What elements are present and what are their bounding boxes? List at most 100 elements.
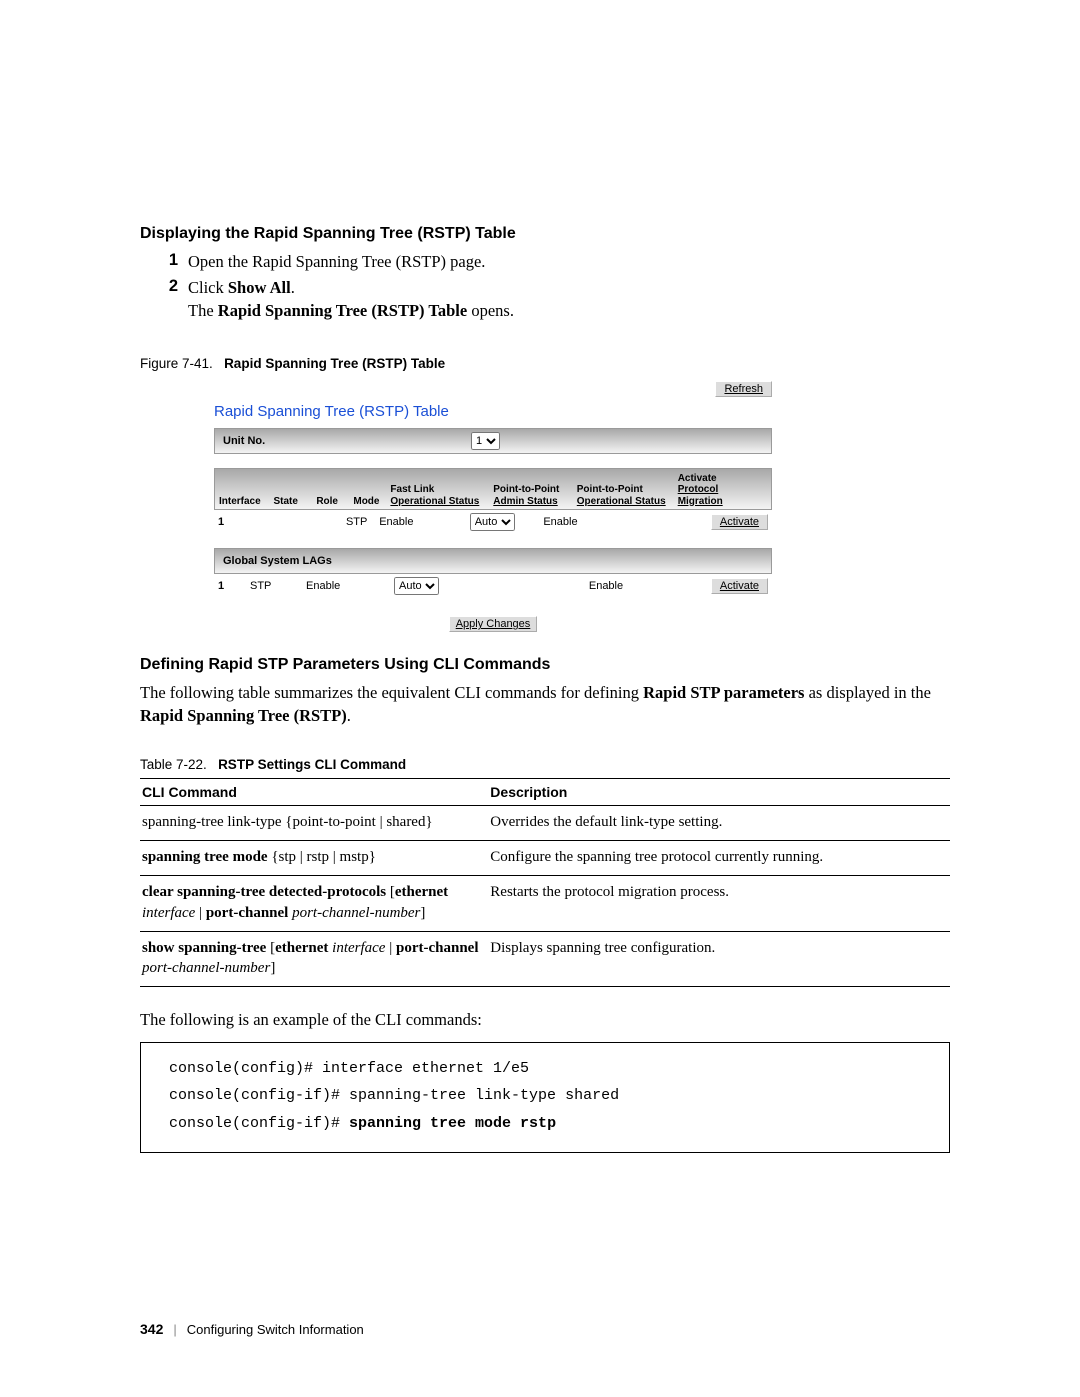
- heading-defining: Defining Rapid STP Parameters Using CLI …: [140, 656, 950, 674]
- lag-p2padmin-select[interactable]: Auto: [394, 577, 439, 595]
- console-line: console(config-if)# spanning tree mode r…: [169, 1110, 935, 1138]
- t: ]: [420, 905, 425, 921]
- columns-bar: Interface State Role Mode Fast Link Oper…: [214, 468, 772, 511]
- cmd: spanning tree mode {stp | rstp | mstp}: [140, 841, 488, 876]
- t: ethernet: [275, 940, 328, 956]
- t: Fast Link: [390, 484, 434, 495]
- lag-mode: STP: [246, 580, 302, 592]
- t: ]: [270, 960, 275, 976]
- table-label: Table 7-22.: [140, 757, 207, 772]
- t: [: [266, 940, 275, 956]
- step-2: 2 Click Show All. The Rapid Spanning Tre…: [156, 277, 950, 322]
- lag-row: 1 STP Enable Auto Enable Activate: [214, 574, 772, 598]
- apply-changes-button[interactable]: Apply Changes: [449, 616, 538, 632]
- t: port-channel: [206, 905, 289, 921]
- t: opens.: [467, 301, 514, 320]
- t: |: [385, 940, 396, 956]
- lag-header: Global System LAGs: [223, 555, 332, 567]
- step-text: Click Show All. The Rapid Spanning Tree …: [188, 277, 514, 322]
- row-activate-button[interactable]: Activate: [711, 514, 768, 530]
- cmd: show spanning-tree [ethernet interface |…: [140, 931, 488, 987]
- t: clear spanning-tree detected-protocols: [142, 884, 386, 900]
- t: The following table summarizes the equiv…: [140, 683, 643, 702]
- t: port-channel-number: [142, 960, 270, 976]
- t: Rapid STP parameters: [643, 683, 804, 702]
- console-block: console(config)# interface ethernet 1/e5…: [140, 1042, 950, 1153]
- col-interface: Interface: [215, 496, 269, 508]
- step-number: 1: [156, 251, 178, 270]
- row-fastlink: Enable: [375, 516, 465, 528]
- table-row: clear spanning-tree detected-protocols […: [140, 876, 950, 932]
- table-row: spanning tree mode {stp | rstp | mstp} C…: [140, 841, 950, 876]
- t: Admin Status: [493, 496, 557, 507]
- cmd: spanning-tree link-type {point-to-point …: [140, 805, 488, 840]
- t: port-channel: [396, 940, 479, 956]
- console-line: console(config-if)# spanning-tree link-t…: [169, 1082, 935, 1110]
- divider: |: [173, 1322, 176, 1337]
- step-number: 2: [156, 277, 178, 296]
- t: Rapid Spanning Tree (RSTP): [140, 706, 347, 725]
- col-fastlink: Fast Link Operational Status: [386, 484, 489, 507]
- lag-p2poper: Enable: [518, 580, 694, 592]
- t: ethernet: [395, 884, 448, 900]
- t: Point-to-Point: [493, 484, 559, 495]
- table-row: spanning-tree link-type {point-to-point …: [140, 805, 950, 840]
- figure-caption: Figure 7-41. Rapid Spanning Tree (RSTP) …: [140, 356, 950, 371]
- unitno-label: Unit No.: [223, 435, 265, 447]
- table-caption: Table 7-22. RSTP Settings CLI Command: [140, 757, 950, 772]
- t: interface: [142, 905, 195, 921]
- desc: Displays spanning tree configuration.: [488, 931, 950, 987]
- desc: Configure the spanning tree protocol cur…: [488, 841, 950, 876]
- desc: Restarts the protocol migration process.: [488, 876, 950, 932]
- t: Activate: [678, 473, 717, 484]
- cmd: clear spanning-tree detected-protocols […: [140, 876, 488, 932]
- lag-index: 1: [214, 580, 246, 592]
- t: Show All: [228, 278, 291, 297]
- unitno-select[interactable]: 1: [471, 432, 500, 450]
- below-table-text: The following is an example of the CLI c…: [140, 1009, 950, 1031]
- desc: Overrides the default link-type setting.: [488, 805, 950, 840]
- t: .: [347, 706, 351, 725]
- t: interface: [332, 940, 385, 956]
- ui-figure: Refresh Rapid Spanning Tree (RSTP) Table…: [214, 381, 772, 633]
- t: spanning tree mode rstp: [349, 1115, 556, 1132]
- t: console(config-if)#: [169, 1115, 349, 1132]
- page-number: 342: [140, 1321, 163, 1337]
- step-1: 1 Open the Rapid Spanning Tree (RSTP) pa…: [156, 251, 950, 273]
- t: [: [386, 884, 395, 900]
- refresh-button[interactable]: Refresh: [715, 381, 772, 397]
- t: port-channel-number: [292, 905, 420, 921]
- t: as displayed in the: [804, 683, 930, 702]
- col-mode: Mode: [349, 496, 386, 508]
- lag-activate-button[interactable]: Activate: [711, 578, 768, 594]
- page-footer: 342 | Configuring Switch Information: [140, 1321, 364, 1337]
- step-text: Open the Rapid Spanning Tree (RSTP) page…: [188, 251, 485, 273]
- col-role: Role: [312, 496, 349, 508]
- t: .: [291, 278, 295, 297]
- col-state: State: [269, 496, 312, 508]
- lag-fastlink: Enable: [302, 580, 390, 592]
- figure-label: Figure 7-41.: [140, 356, 213, 371]
- t: Rapid Spanning Tree (RSTP) Table: [218, 301, 467, 320]
- ui-title: Rapid Spanning Tree (RSTP) Table: [214, 399, 772, 428]
- figure-title: Rapid Spanning Tree (RSTP) Table: [224, 356, 445, 371]
- col-activate: Activate Protocol Migration: [674, 473, 763, 508]
- table-title: RSTP Settings CLI Command: [218, 757, 406, 772]
- t: Operational Status: [390, 496, 479, 507]
- table-row: 1 STP Enable Auto Enable Activate: [214, 510, 772, 534]
- row-p2padmin-select[interactable]: Auto: [470, 513, 515, 531]
- row-mode: STP: [342, 516, 375, 528]
- t: Operational Status: [577, 496, 666, 507]
- heading-displaying: Displaying the Rapid Spanning Tree (RSTP…: [140, 225, 950, 243]
- chapter-name: Configuring Switch Information: [187, 1322, 364, 1337]
- col-p2padmin: Point-to-Point Admin Status: [489, 484, 573, 507]
- table-row: show spanning-tree [ethernet interface |…: [140, 931, 950, 987]
- th-command: CLI Command: [140, 778, 488, 805]
- unitno-bar: Unit No. 1: [214, 428, 772, 454]
- t: show spanning-tree: [142, 940, 266, 956]
- t: spanning tree mode: [142, 849, 268, 865]
- t: Point-to-Point: [577, 484, 643, 495]
- t: {stp | rstp | mstp}: [268, 849, 376, 865]
- t: Click: [188, 278, 228, 297]
- cli-table: CLI Command Description spanning-tree li…: [140, 778, 950, 988]
